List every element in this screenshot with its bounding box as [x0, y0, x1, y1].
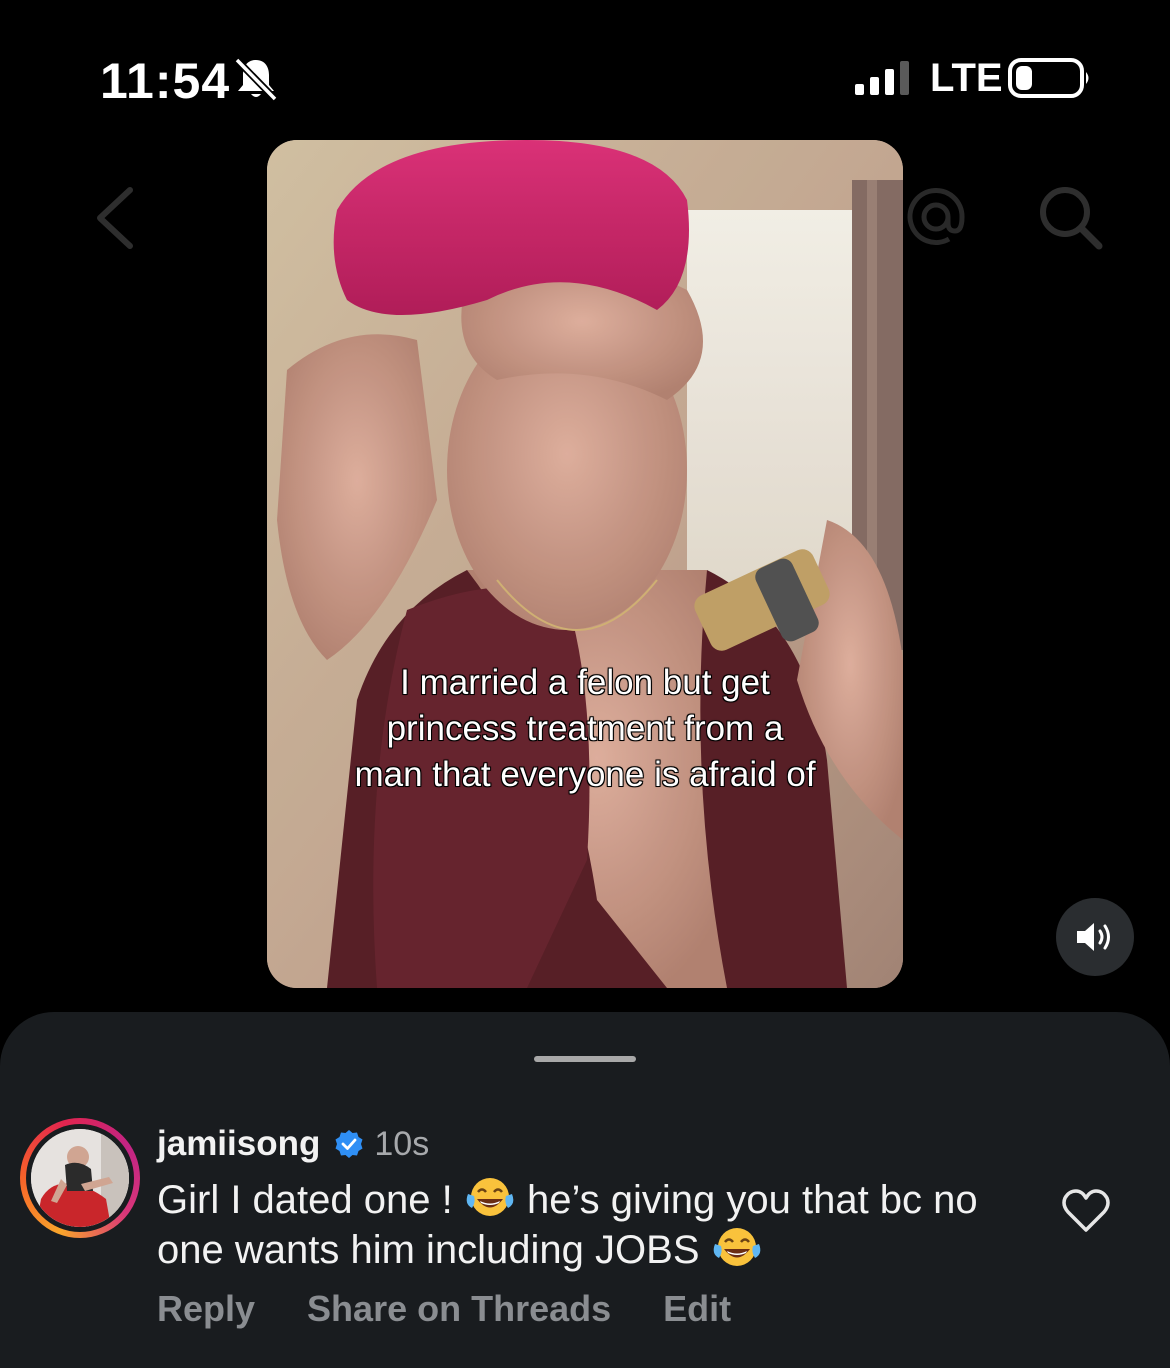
mention-icon[interactable]	[905, 186, 967, 248]
reply-button[interactable]: Reply	[157, 1288, 255, 1330]
verified-badge-icon	[335, 1130, 363, 1158]
video-player[interactable]: I married a felon but get princess treat…	[267, 140, 903, 988]
avatar-photo	[31, 1129, 129, 1227]
comment-header: jamiisong 10s	[157, 1120, 429, 1168]
sound-button[interactable]	[1056, 898, 1134, 976]
chevron-left-icon[interactable]	[92, 186, 138, 250]
comment-text-part: Girl I dated one !	[157, 1178, 464, 1222]
screen: 11:54 LTE I married a felon but get prin…	[0, 0, 1170, 1368]
search-icon[interactable]	[1035, 182, 1105, 252]
status-time: 11:54	[100, 53, 231, 109]
battery-icon	[1008, 58, 1089, 98]
heart-icon[interactable]	[1060, 1188, 1112, 1234]
edit-button[interactable]: Edit	[663, 1288, 731, 1330]
caption-line: man that everyone is afraid of	[354, 754, 817, 795]
bell-off-icon	[234, 57, 278, 102]
network-label: LTE	[930, 56, 1003, 100]
comments-sheet: jamiisong 10s Girl I dated one ! he’s gi…	[0, 1012, 1170, 1368]
speaker-icon	[1077, 923, 1110, 951]
avatar[interactable]	[20, 1118, 140, 1238]
sheet-grabber[interactable]	[534, 1056, 636, 1062]
avatar-image	[31, 1129, 129, 1227]
comment-username[interactable]: jamiisong	[157, 1124, 320, 1164]
comment-actions: Reply Share on Threads Edit	[157, 1288, 783, 1330]
video-caption: I married a felon but get princess treat…	[267, 660, 903, 798]
caption-line: I married a felon but get	[399, 662, 770, 703]
comment-timestamp: 10s	[374, 1124, 430, 1163]
laughing-tears-emoji-icon	[466, 1178, 514, 1216]
signal-icon	[855, 61, 909, 95]
laughing-tears-emoji-icon	[713, 1228, 760, 1266]
share-on-threads-button[interactable]: Share on Threads	[307, 1288, 611, 1330]
video-frame	[267, 140, 903, 988]
comment-text: Girl I dated one ! he’s giving you that …	[157, 1174, 1037, 1274]
caption-line: princess treatment from a	[386, 708, 784, 749]
